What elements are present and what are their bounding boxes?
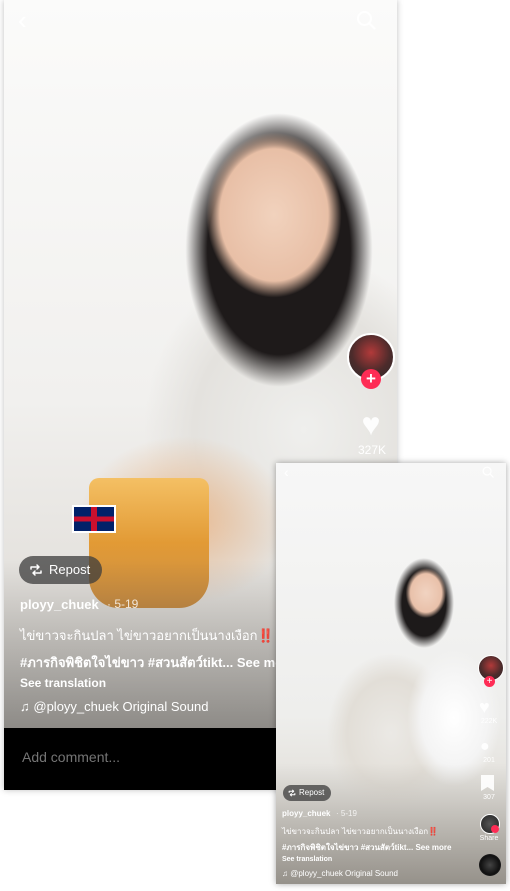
search-icon[interactable] bbox=[482, 466, 494, 478]
share-badge bbox=[491, 825, 499, 833]
caption-hashtags-line: #ภารกิจพิชิตใจไข่ขาว #สวนสัตว์tikt... Se… bbox=[20, 652, 295, 673]
inset-caption-hashtags-line: #ภารกิจพิชิตใจไข่ขาว #สวนสัตว์tikt... Se… bbox=[282, 841, 452, 854]
inset-comment-count: 201 bbox=[483, 757, 495, 764]
inset-see-translation-link[interactable]: See translation bbox=[282, 856, 332, 863]
music-disc-icon[interactable] bbox=[479, 854, 501, 876]
post-date: · 5-19 bbox=[107, 597, 139, 611]
inset-repost-label: Repost bbox=[299, 788, 325, 797]
repost-icon bbox=[30, 564, 42, 576]
sound-row[interactable]: ♫ @ployy_chuek Original Sound bbox=[20, 699, 208, 714]
inset-creator-username[interactable]: ployy_chuek bbox=[282, 809, 330, 818]
repost-label: Repost bbox=[49, 562, 91, 577]
comment-icon[interactable]: ● bbox=[480, 738, 490, 756]
inset-caption-hashtags[interactable]: #ภารกิจพิชิตใจไข่ขาว #สวนสัตว์tikt... bbox=[282, 843, 413, 852]
creator-username[interactable]: ployy_chuek bbox=[20, 597, 99, 612]
inset-caption-text: ไข่ขาวจะกินปลา ไข่ขาวอยากเป็นนางเงือก‼️ bbox=[282, 827, 439, 836]
inset-video-screen: ‹ + ♥ 222K ● 201 307 Share Repost ployy_… bbox=[276, 463, 506, 884]
inset-save-count: 307 bbox=[483, 794, 495, 801]
comment-input[interactable] bbox=[20, 748, 274, 766]
repost-icon bbox=[288, 789, 296, 797]
search-icon[interactable] bbox=[356, 10, 376, 30]
like-count: 327K bbox=[357, 443, 387, 457]
sound-name: @ployy_chuek Original Sound bbox=[33, 699, 209, 714]
inset-bottom-shade bbox=[276, 763, 506, 884]
repost-button[interactable]: Repost bbox=[19, 556, 103, 584]
caption-text: ไข่ขาวจะกินปลา ไข่ขาวอยากเป็นนางเงือก‼️ bbox=[20, 628, 274, 643]
plus-icon[interactable]: + bbox=[484, 676, 495, 687]
inset-repost-button[interactable]: Repost bbox=[283, 785, 332, 801]
music-note-icon: ♫ bbox=[282, 869, 288, 878]
caption-hashtags[interactable]: #ภารกิจพิชิตใจไข่ขาว #สวนสัตว์tikt... bbox=[20, 655, 233, 670]
inset-sound-name: @ployy_chuek Original Sound bbox=[290, 869, 398, 878]
inset-sound-row[interactable]: ♫ @ployy_chuek Original Sound bbox=[282, 869, 398, 878]
share-label: Share bbox=[479, 835, 499, 842]
inset-see-more-link[interactable]: See more bbox=[415, 843, 451, 852]
inset-post-date: · 5-19 bbox=[336, 809, 357, 818]
back-icon[interactable]: ‹ bbox=[18, 7, 42, 33]
flag-pick bbox=[72, 505, 116, 533]
heart-icon[interactable]: ♥ bbox=[354, 408, 388, 440]
music-note-icon: ♫ bbox=[20, 699, 30, 714]
plus-icon[interactable]: + bbox=[361, 369, 381, 389]
heart-icon[interactable]: ♥ bbox=[479, 697, 490, 718]
back-icon[interactable]: ‹ bbox=[284, 464, 289, 480]
see-translation-link[interactable]: See translation bbox=[20, 676, 106, 690]
inset-like-count: 222K bbox=[480, 718, 498, 725]
